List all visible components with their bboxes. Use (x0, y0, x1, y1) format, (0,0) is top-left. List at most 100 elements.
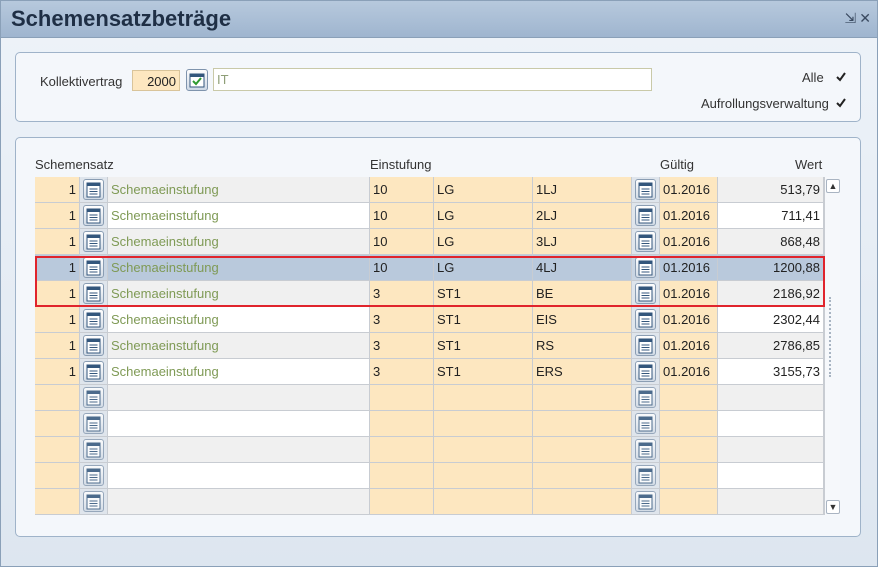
wert-cell[interactable] (718, 489, 824, 515)
gueltig-date-cell[interactable]: 01.2016 (660, 281, 718, 307)
schema-name-cell[interactable]: Schemaeinstufung (108, 333, 370, 359)
table-row[interactable]: 1 Schemaeinstufung 10 LG 1LJ 01.2016 513,79 (35, 177, 824, 203)
minimize-icon[interactable]: ⇲ (845, 10, 857, 26)
gueltig-picker-button[interactable] (635, 309, 656, 330)
gueltig-picker-button[interactable] (635, 335, 656, 356)
einstufung-3-cell[interactable]: ERS (533, 359, 632, 385)
table-row[interactable]: 1 Schemaeinstufung 3 ST1 BE 01.2016 2186,92 (35, 281, 824, 307)
schema-name-cell[interactable] (108, 463, 370, 489)
gueltig-date-cell[interactable] (660, 437, 718, 463)
einstufung-2-cell[interactable]: ST1 (434, 307, 533, 333)
einstufung-3-cell[interactable]: BE (533, 281, 632, 307)
einstufung-2-cell[interactable] (434, 385, 533, 411)
gueltig-date-cell[interactable]: 01.2016 (660, 177, 718, 203)
row-number-cell[interactable]: 1 (35, 255, 80, 281)
einstufung-1-cell[interactable]: 10 (370, 177, 434, 203)
schema-name-cell[interactable] (108, 411, 370, 437)
einstufung-3-cell[interactable]: 2LJ (533, 203, 632, 229)
einstufung-3-cell[interactable] (533, 489, 632, 515)
einstufung-2-cell[interactable]: LG (434, 229, 533, 255)
table-row[interactable]: 1 Schemaeinstufung 10 LG 4LJ 01.2016 1200,88 (35, 255, 824, 281)
gueltig-picker-button[interactable] (635, 387, 656, 408)
wert-cell[interactable] (718, 437, 824, 463)
einstufung-1-cell[interactable]: 3 (370, 281, 434, 307)
alle-checkbox[interactable] (835, 71, 847, 83)
einstufung-2-cell[interactable] (434, 411, 533, 437)
einstufung-2-cell[interactable]: LG (434, 255, 533, 281)
gueltig-date-cell[interactable]: 01.2016 (660, 307, 718, 333)
gueltig-picker-button[interactable] (635, 231, 656, 252)
gueltig-date-cell[interactable]: 01.2016 (660, 359, 718, 385)
row-number-cell[interactable]: 1 (35, 229, 80, 255)
scroll-grip[interactable] (829, 297, 837, 377)
einstufung-2-cell[interactable]: ST1 (434, 359, 533, 385)
gueltig-date-cell[interactable] (660, 411, 718, 437)
schema-picker-button[interactable] (83, 205, 104, 226)
einstufung-3-cell[interactable] (533, 437, 632, 463)
einstufung-2-cell[interactable] (434, 463, 533, 489)
einstufung-3-cell[interactable]: 4LJ (533, 255, 632, 281)
gueltig-picker-button[interactable] (635, 491, 656, 512)
gueltig-picker-button[interactable] (635, 439, 656, 460)
einstufung-1-cell[interactable] (370, 489, 434, 515)
einstufung-3-cell[interactable] (533, 411, 632, 437)
einstufung-2-cell[interactable] (434, 437, 533, 463)
gueltig-date-cell[interactable]: 01.2016 (660, 203, 718, 229)
row-number-cell[interactable]: 1 (35, 203, 80, 229)
table-row[interactable]: 1 Schemaeinstufung 3 ST1 EIS 01.2016 2302,44 (35, 307, 824, 333)
wert-cell[interactable] (718, 463, 824, 489)
close-icon[interactable]: ✕ (859, 10, 871, 26)
wert-cell[interactable]: 711,41 (718, 203, 824, 229)
einstufung-2-cell[interactable]: LG (434, 177, 533, 203)
gueltig-picker-button[interactable] (635, 413, 656, 434)
einstufung-3-cell[interactable]: 1LJ (533, 177, 632, 203)
table-row[interactable]: 1 Schemaeinstufung 10 LG 3LJ 01.2016 868,48 (35, 229, 824, 255)
einstufung-1-cell[interactable]: 3 (370, 307, 434, 333)
schema-picker-button[interactable] (83, 465, 104, 486)
einstufung-2-cell[interactable]: ST1 (434, 281, 533, 307)
einstufung-3-cell[interactable]: 3LJ (533, 229, 632, 255)
row-number-cell[interactable] (35, 489, 80, 515)
schema-name-cell[interactable]: Schemaeinstufung (108, 359, 370, 385)
schema-picker-button[interactable] (83, 179, 104, 200)
einstufung-3-cell[interactable]: RS (533, 333, 632, 359)
schema-picker-button[interactable] (83, 413, 104, 434)
table-row[interactable]: 1 Schemaeinstufung 3 ST1 ERS 01.2016 3155,73 (35, 359, 824, 385)
gueltig-date-cell[interactable]: 01.2016 (660, 229, 718, 255)
wert-cell[interactable]: 868,48 (718, 229, 824, 255)
einstufung-1-cell[interactable]: 10 (370, 229, 434, 255)
kollektiv-description-field[interactable]: IT (213, 68, 652, 91)
row-number-cell[interactable] (35, 463, 80, 489)
gueltig-picker-button[interactable] (635, 205, 656, 226)
kollektiv-value-field[interactable]: 2000 (132, 70, 180, 91)
empty-table-row[interactable] (35, 463, 824, 489)
einstufung-1-cell[interactable]: 3 (370, 359, 434, 385)
row-number-cell[interactable]: 1 (35, 281, 80, 307)
einstufung-1-cell[interactable] (370, 411, 434, 437)
schema-picker-button[interactable] (83, 387, 104, 408)
gueltig-date-cell[interactable]: 01.2016 (660, 255, 718, 281)
row-number-cell[interactable]: 1 (35, 359, 80, 385)
schema-picker-button[interactable] (83, 361, 104, 382)
wert-cell[interactable]: 3155,73 (718, 359, 824, 385)
kollektiv-picker-button[interactable] (186, 69, 208, 91)
einstufung-1-cell[interactable]: 10 (370, 255, 434, 281)
einstufung-2-cell[interactable]: LG (434, 203, 533, 229)
gueltig-date-cell[interactable] (660, 489, 718, 515)
gueltig-picker-button[interactable] (635, 179, 656, 200)
row-number-cell[interactable] (35, 411, 80, 437)
empty-table-row[interactable] (35, 489, 824, 515)
einstufung-2-cell[interactable] (434, 489, 533, 515)
schema-picker-button[interactable] (83, 309, 104, 330)
schema-name-cell[interactable]: Schemaeinstufung (108, 307, 370, 333)
wert-cell[interactable]: 2186,92 (718, 281, 824, 307)
schema-picker-button[interactable] (83, 257, 104, 278)
row-number-cell[interactable] (35, 385, 80, 411)
empty-table-row[interactable] (35, 385, 824, 411)
schema-name-cell[interactable] (108, 489, 370, 515)
einstufung-1-cell[interactable] (370, 463, 434, 489)
schema-name-cell[interactable]: Schemaeinstufung (108, 229, 370, 255)
schema-name-cell[interactable]: Schemaeinstufung (108, 281, 370, 307)
row-number-cell[interactable]: 1 (35, 307, 80, 333)
empty-table-row[interactable] (35, 437, 824, 463)
